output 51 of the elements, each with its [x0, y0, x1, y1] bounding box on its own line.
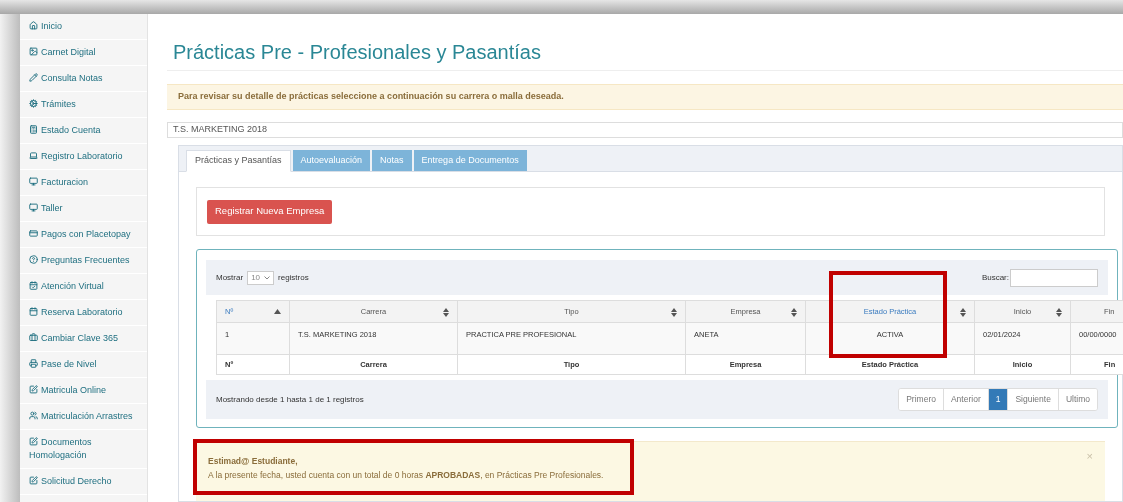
- show-label: Mostrar: [216, 271, 244, 284]
- sidebar-item[interactable]: Preguntas Frecuentes: [20, 248, 147, 274]
- laptop-icon: [29, 151, 38, 160]
- sidebar-item[interactable]: Estado Cuenta: [20, 118, 147, 144]
- sidebar-item[interactable]: Pase de Nivel: [20, 352, 147, 378]
- register-company-button[interactable]: Registrar Nueva Empresa: [207, 199, 333, 224]
- calendar-check-icon: [29, 281, 38, 290]
- career-select[interactable]: T.S. MARKETING 2018: [167, 121, 1123, 138]
- image-icon: [29, 47, 38, 56]
- calculator-icon: [29, 125, 38, 134]
- alert-text: Para revisar su detalle de prácticas seleccione a continuación su carrera o malla deseada.: [178, 90, 564, 104]
- sidebar-item[interactable]: Facturacion: [20, 170, 147, 196]
- sidebar-item[interactable]: Cambiar Clave 365: [20, 326, 147, 352]
- printer-icon: [29, 359, 38, 368]
- card-icon: [29, 229, 38, 238]
- pencil-icon: [29, 73, 38, 82]
- notice-text: A la presente fecha, usted cuenta con un total de 0 horas APROBADAS, en Prácticas Pre Profesionales.: [208, 468, 604, 482]
- calendar-icon: [29, 307, 38, 316]
- search-label: Buscar:: [981, 271, 1009, 284]
- sidebar-item[interactable]: Pagos con Placetopay: [20, 222, 147, 248]
- edit-icon: [29, 476, 38, 485]
- sidebar-item[interactable]: Matriculación Arrastres: [20, 404, 147, 430]
- page-size-select[interactable]: 10: [247, 270, 275, 285]
- briefcase-icon: [29, 333, 38, 342]
- help-icon: [29, 255, 38, 264]
- records-label: registros: [278, 271, 309, 284]
- search-field[interactable]: [1010, 268, 1098, 287]
- screen-icon: [29, 177, 38, 186]
- sidebar-item[interactable]: Consulta Notas: [20, 66, 147, 92]
- sidebar-item[interactable]: Trámites: [20, 92, 147, 118]
- page-button[interactable]: Ultimo: [1057, 389, 1097, 410]
- tab[interactable]: Prácticas y Pasantías: [186, 150, 291, 172]
- chevron-down-icon: [264, 275, 271, 280]
- sidebar-item[interactable]: Reserva Laboratorio: [20, 300, 147, 326]
- sidebar-item[interactable]: Carnet Digital: [20, 40, 147, 66]
- screen-icon: [29, 203, 38, 212]
- sidebar-item[interactable]: Matricula Online: [20, 378, 147, 404]
- sidebar-item[interactable]: Inicio: [20, 14, 147, 40]
- sidebar-item[interactable]: Registro Laboratorio: [20, 144, 147, 170]
- records-info: Mostrando desde 1 hasta 1 de 1 registros: [216, 393, 364, 406]
- edit-icon: [29, 437, 38, 446]
- sidebar-item[interactable]: Taller: [20, 196, 147, 222]
- page-title: Prácticas Pre - Profesionales y Pasantías: [172, 40, 541, 64]
- edit-icon: [29, 385, 38, 394]
- gear-icon: [29, 99, 38, 108]
- notice-title: Estimad@ Estudiante,: [208, 455, 298, 468]
- sidebar-item[interactable]: Documentos Homologación: [20, 430, 147, 469]
- sidebar-item[interactable]: Solicitud Derecho: [20, 469, 147, 495]
- users-icon: [29, 411, 38, 420]
- sidebar-item[interactable]: Atención Virtual: [20, 274, 147, 300]
- home-icon: [29, 21, 38, 30]
